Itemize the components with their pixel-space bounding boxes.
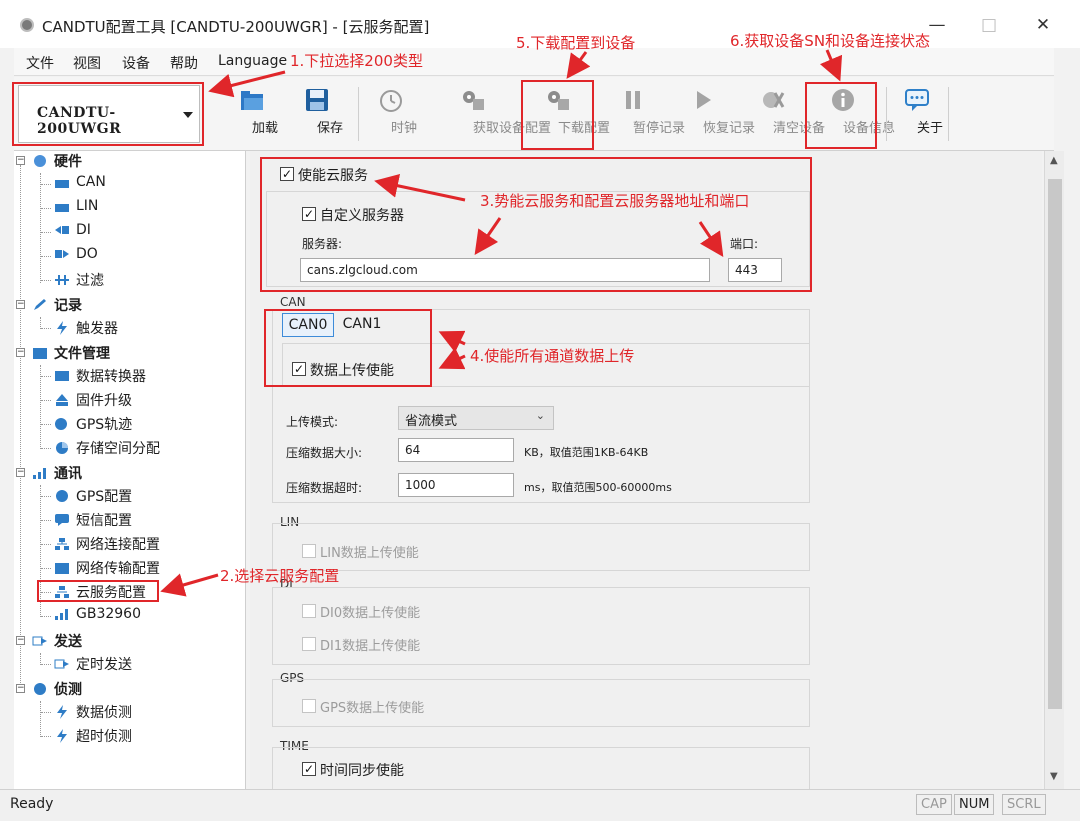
arrow-step-3a	[374, 173, 466, 202]
num-lock-indicator: NUM	[954, 794, 995, 815]
status-bar: Ready CAP NUM SCRL	[0, 789, 1080, 821]
arrow-step-1	[208, 70, 286, 98]
scroll-lock-indicator: SCRL	[1002, 794, 1046, 815]
arrow-step-5	[566, 51, 591, 79]
arrow-step-4b	[438, 347, 466, 370]
arrow-step-4a	[438, 330, 466, 353]
status-text: Ready	[10, 796, 54, 812]
caps-lock-indicator: CAP	[916, 794, 952, 815]
arrow-step-3c	[698, 221, 724, 257]
arrow-step-6	[819, 49, 843, 82]
arrow-step-2	[160, 573, 219, 597]
arrow-step-3b	[474, 217, 502, 255]
annotation-arrows	[160, 49, 843, 597]
